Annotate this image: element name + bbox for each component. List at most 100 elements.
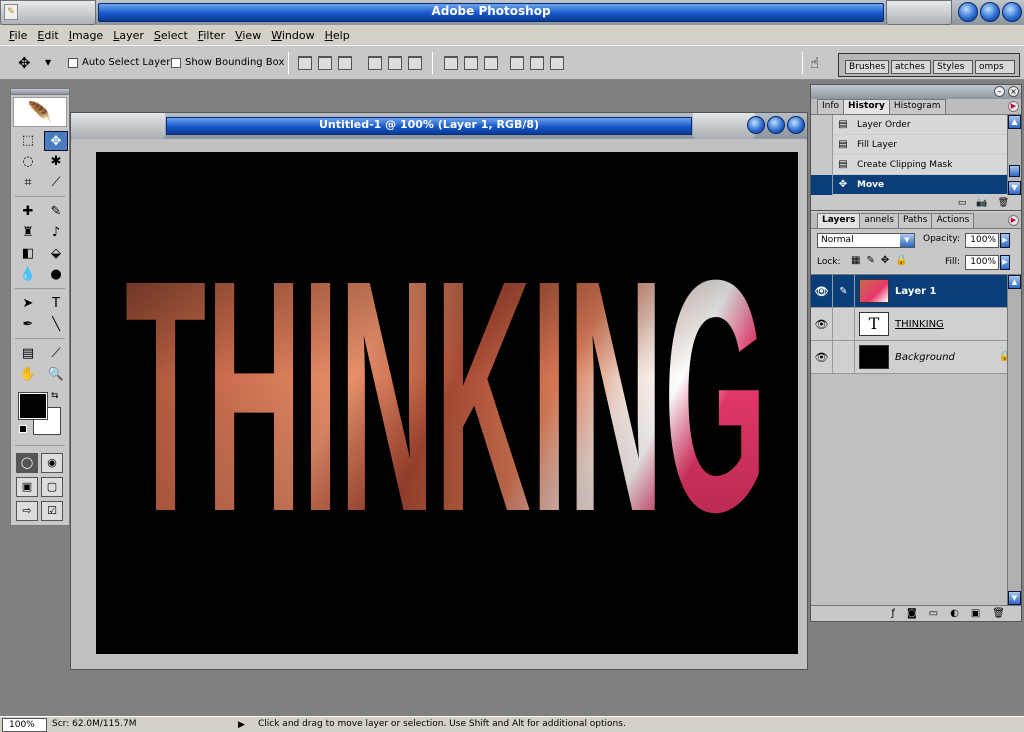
- palette-menu-icon[interactable]: ▶: [1008, 215, 1019, 226]
- crop-tool-icon[interactable]: ⌗: [16, 173, 40, 193]
- palette-close-button[interactable]: ×: [1008, 86, 1019, 97]
- history-item[interactable]: ▤ Layer Order: [811, 114, 1021, 135]
- checkbox-box[interactable]: [171, 57, 181, 68]
- lock-transparency-icon[interactable]: ▦: [851, 255, 860, 266]
- doc-maximize-button[interactable]: [767, 116, 785, 134]
- layer-row-selected[interactable]: 👁 ✎ Layer 1: [811, 274, 1021, 308]
- foreground-color-swatch[interactable]: [18, 392, 48, 420]
- lock-all-icon[interactable]: 🔒: [895, 255, 907, 266]
- palette-menu-icon[interactable]: ▶: [1008, 101, 1019, 112]
- maximize-button[interactable]: [980, 2, 1000, 22]
- scroll-down-icon[interactable]: ▼: [1008, 591, 1021, 605]
- doc-close-button[interactable]: [787, 116, 805, 134]
- dodge-tool-icon[interactable]: ●: [44, 265, 68, 285]
- menu-edit[interactable]: Edit: [32, 29, 63, 42]
- trash-icon[interactable]: 🗑: [992, 608, 1005, 619]
- brush-icon[interactable]: ✎: [833, 274, 855, 308]
- new-layer-icon[interactable]: ▣: [971, 608, 980, 619]
- menu-filter[interactable]: Filter: [193, 29, 230, 42]
- history-brush-source[interactable]: [811, 174, 833, 195]
- eye-icon[interactable]: 👁: [811, 307, 833, 341]
- layer-row[interactable]: 👁 T THINKING: [811, 307, 1021, 341]
- menu-help[interactable]: Help: [320, 29, 355, 42]
- history-item[interactable]: ▤ Fill Layer: [811, 134, 1021, 155]
- add-mask-icon[interactable]: ◙: [907, 608, 917, 619]
- blur-tool-icon[interactable]: 💧: [16, 265, 40, 285]
- magic-wand-tool-icon[interactable]: ✱: [44, 152, 68, 172]
- minimize-button[interactable]: [958, 2, 978, 22]
- layer-name[interactable]: Background: [895, 352, 955, 363]
- layer-style-icon[interactable]: ƒ: [891, 608, 895, 619]
- adjustment-layer-icon[interactable]: ◐: [950, 608, 959, 619]
- history-brush-source[interactable]: [811, 114, 833, 135]
- move-tool-icon[interactable]: ✥: [44, 131, 68, 151]
- zoom-tool-icon[interactable]: 🔍: [44, 365, 68, 385]
- tab-paths[interactable]: Paths: [897, 213, 933, 228]
- quick-mask-mode-icon[interactable]: ◉: [41, 453, 63, 473]
- eye-icon[interactable]: 👁: [811, 274, 833, 308]
- pen-tool-icon[interactable]: ✒: [16, 315, 40, 335]
- path-selection-tool-icon[interactable]: ➤: [16, 294, 40, 314]
- slice-tool-icon[interactable]: ⟋: [44, 173, 68, 193]
- standard-mode-icon[interactable]: ◯: [16, 453, 38, 473]
- brush-tool-icon[interactable]: ✎: [44, 202, 68, 222]
- hand-tool-icon[interactable]: ✋: [16, 365, 40, 385]
- distribute-right-icon[interactable]: [550, 56, 564, 70]
- checkbox-box[interactable]: [68, 57, 78, 68]
- fill-slider-button[interactable]: ▶: [1000, 255, 1010, 270]
- distribute-bottom-icon[interactable]: [484, 56, 498, 70]
- new-group-icon[interactable]: ▭: [929, 608, 938, 619]
- line-tool-icon[interactable]: ╲: [44, 315, 68, 335]
- eye-icon[interactable]: 👁: [811, 340, 833, 374]
- distribute-center-icon[interactable]: [464, 56, 478, 70]
- palette-tab-brushes[interactable]: Brushes: [845, 60, 889, 74]
- opacity-slider-button[interactable]: ▶: [1000, 233, 1010, 248]
- tab-layers[interactable]: Layers: [817, 213, 861, 228]
- layer-row[interactable]: 👁 Background 🔒: [811, 340, 1021, 374]
- type-tool-icon[interactable]: T: [44, 294, 68, 314]
- layer-name[interactable]: THINKING: [895, 319, 944, 330]
- history-item[interactable]: ▤ Create Clipping Mask: [811, 154, 1021, 175]
- link-icon[interactable]: [833, 307, 855, 341]
- swap-colors-icon[interactable]: ⇆: [51, 391, 59, 401]
- palette-grip[interactable]: [11, 89, 69, 95]
- blend-mode-select[interactable]: Normal ▼: [817, 233, 915, 248]
- chevron-down-icon[interactable]: ▼: [45, 58, 51, 67]
- menu-view[interactable]: View: [230, 29, 266, 42]
- snapshot-icon[interactable]: 📷: [976, 198, 987, 208]
- menu-layer[interactable]: Layer: [108, 29, 149, 42]
- move-tool-preset-icon[interactable]: ✥: [18, 54, 31, 72]
- menu-image[interactable]: Image: [64, 29, 108, 42]
- lock-position-icon[interactable]: ✥: [881, 255, 889, 266]
- marquee-tool-icon[interactable]: ⬚: [16, 131, 40, 151]
- clone-stamp-tool-icon[interactable]: ♜: [16, 223, 40, 243]
- align-left-icon[interactable]: [368, 56, 382, 70]
- show-bounding-box-checkbox[interactable]: Show Bounding Box: [171, 57, 284, 68]
- distribute-hcenter-icon[interactable]: [530, 56, 544, 70]
- history-brush-source[interactable]: [811, 154, 833, 175]
- scroll-up-icon[interactable]: ▲: [1008, 275, 1021, 289]
- tab-channels[interactable]: annels: [859, 213, 899, 228]
- history-brush-source[interactable]: [811, 134, 833, 155]
- screen-mode-standard-icon[interactable]: ▣: [16, 477, 38, 497]
- scroll-up-icon[interactable]: ▲: [1008, 115, 1021, 129]
- status-menu-arrow-icon[interactable]: ▶: [238, 718, 250, 732]
- tab-history[interactable]: History: [843, 99, 890, 114]
- paint-bucket-tool-icon[interactable]: ⬙: [44, 244, 68, 264]
- align-right-icon[interactable]: [408, 56, 422, 70]
- align-top-icon[interactable]: [298, 56, 312, 70]
- lock-image-icon[interactable]: ✎: [866, 255, 874, 266]
- align-horizontal-center-icon[interactable]: [388, 56, 402, 70]
- screen-mode-full-menu-icon[interactable]: ▢: [41, 477, 63, 497]
- photoshop-app-icon[interactable]: ✎: [4, 4, 18, 20]
- history-brush-tool-icon[interactable]: ♪: [44, 223, 68, 243]
- distribute-left-icon[interactable]: [510, 56, 524, 70]
- close-button[interactable]: [1002, 2, 1022, 22]
- eraser-tool-icon[interactable]: ◧: [16, 244, 40, 264]
- feather-logo-icon[interactable]: 🪶: [13, 97, 67, 127]
- align-vertical-center-icon[interactable]: [318, 56, 332, 70]
- palette-tab-comps[interactable]: omps: [975, 60, 1015, 74]
- link-icon[interactable]: [833, 340, 855, 374]
- menu-file[interactable]: File: [4, 29, 32, 42]
- eyedropper-tool-icon[interactable]: ⟋: [44, 344, 68, 364]
